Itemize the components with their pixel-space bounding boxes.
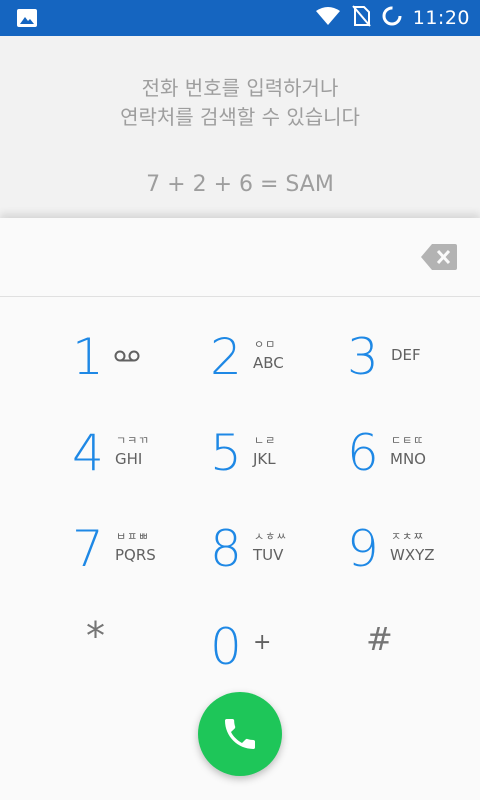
status-bar: 11:20 bbox=[0, 0, 480, 36]
key-digit: * bbox=[86, 614, 105, 658]
phone-icon bbox=[225, 719, 255, 749]
key-0[interactable]: 0 + bbox=[210, 612, 350, 702]
key-3[interactable]: 3 DEF bbox=[347, 322, 480, 412]
hint-line-1: 전화 번호를 입력하거나 bbox=[141, 76, 339, 100]
digits-field[interactable] bbox=[0, 218, 480, 297]
backspace-button[interactable] bbox=[420, 242, 458, 272]
key-digit: 7 bbox=[72, 520, 104, 578]
voicemail-icon bbox=[114, 348, 140, 367]
key-letters: WXYZ bbox=[390, 546, 435, 564]
key-letters: + bbox=[253, 630, 272, 655]
key-digit: 1 bbox=[72, 328, 104, 386]
key-5[interactable]: 5 ㄴㄹ JKL bbox=[210, 418, 350, 508]
key-letters: ABC bbox=[253, 354, 284, 372]
key-digit: 8 bbox=[210, 520, 242, 578]
key-korean: ㄷㅌㄸ bbox=[391, 434, 425, 447]
key-1[interactable]: 1 bbox=[72, 322, 212, 412]
key-digit: 0 bbox=[210, 618, 242, 676]
key-6[interactable]: 6 ㄷㅌㄸ MNO bbox=[347, 418, 480, 508]
key-korean: ㅈㅊㅉ bbox=[391, 530, 425, 543]
image-icon bbox=[16, 8, 38, 28]
key-4[interactable]: 4 ㄱㅋㄲ GHI bbox=[72, 418, 212, 508]
key-star[interactable]: * bbox=[86, 612, 226, 702]
status-time: 11:20 bbox=[412, 7, 470, 29]
no-sim-icon bbox=[351, 5, 371, 31]
key-korean: ㅅㅎㅆ bbox=[254, 530, 288, 543]
key-letters: DEF bbox=[391, 346, 421, 364]
key-korean: ㄴㄹ bbox=[254, 434, 277, 447]
key-digit: 5 bbox=[210, 424, 242, 482]
key-2[interactable]: 2 ㅇㅁ ABC bbox=[210, 322, 350, 412]
key-digit: 3 bbox=[347, 328, 379, 386]
hint-line-2: 연락처를 검색할 수 있습니다 bbox=[120, 105, 360, 129]
call-button[interactable] bbox=[198, 692, 282, 776]
hint-example: 7 + 2 + 6 = SAM bbox=[146, 172, 334, 197]
wifi-icon bbox=[315, 6, 341, 30]
key-9[interactable]: 9 ㅈㅊㅉ WXYZ bbox=[347, 514, 480, 604]
key-hash[interactable]: # bbox=[366, 612, 480, 702]
key-8[interactable]: 8 ㅅㅎㅆ TUV bbox=[210, 514, 350, 604]
dialer-screen: 11:20 전화 번호를 입력하거나 연락처를 검색할 수 있습니다 7 + 2… bbox=[0, 0, 480, 800]
key-letters: TUV bbox=[253, 546, 284, 564]
key-7[interactable]: 7 ㅂㅍㅃ PQRS bbox=[72, 514, 212, 604]
key-letters: MNO bbox=[390, 450, 426, 468]
key-digit: 9 bbox=[347, 520, 379, 578]
key-digit: 4 bbox=[72, 424, 104, 482]
key-korean: ㄱㅋㄲ bbox=[116, 434, 150, 447]
backspace-icon bbox=[421, 244, 457, 270]
key-letters: JKL bbox=[253, 450, 276, 468]
key-letters: GHI bbox=[115, 450, 143, 468]
key-letters: PQRS bbox=[115, 546, 156, 564]
key-digit: 2 bbox=[210, 328, 242, 386]
key-korean: ㅇㅁ bbox=[254, 338, 277, 351]
key-korean: ㅂㅍㅃ bbox=[116, 530, 150, 543]
key-digit: 6 bbox=[347, 424, 379, 482]
search-hint: 전화 번호를 입력하거나 연락처를 검색할 수 있습니다 7 + 2 + 6 =… bbox=[0, 36, 480, 216]
key-digit: # bbox=[366, 620, 393, 658]
sync-icon bbox=[381, 5, 403, 31]
